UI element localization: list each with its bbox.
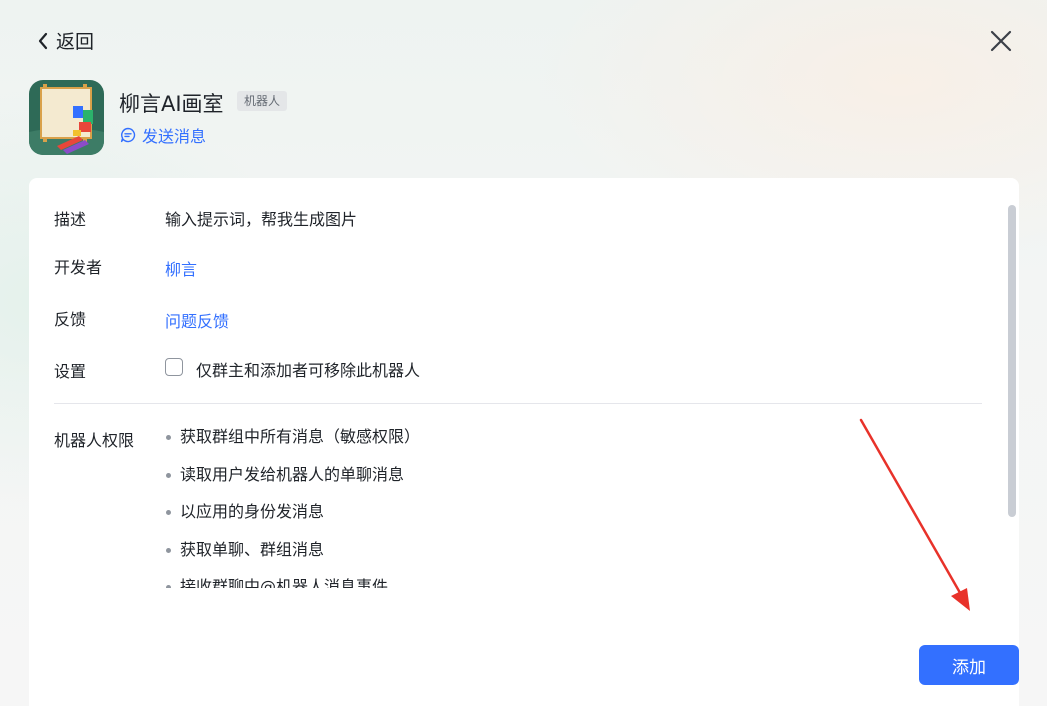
feedback-link[interactable]: 问题反馈	[165, 308, 229, 332]
list-item: 读取用户发给机器人的单聊消息	[165, 464, 420, 502]
back-label: 返回	[56, 31, 95, 53]
remove-permission-label: 仅群主和添加者可移除此机器人	[196, 361, 421, 380]
list-item: 获取群组中所有消息（敏感权限）	[165, 426, 420, 464]
detail-card: 描述 输入提示词，帮我生成图片 开发者 柳言 反馈 问题反馈 设置 仅群主和添加…	[29, 178, 1019, 706]
send-message-link[interactable]: 发送消息	[120, 123, 206, 147]
bot-badge: 机器人	[237, 91, 288, 111]
permissions-list: 获取群组中所有消息（敏感权限） 读取用户发给机器人的单聊消息 以应用的身份发消息…	[165, 426, 420, 588]
app-icon	[29, 80, 104, 155]
feedback-label: 反馈	[54, 310, 87, 329]
back-button[interactable]: 返回	[36, 27, 94, 54]
scrollbar-thumb[interactable]	[1008, 205, 1016, 517]
list-item: 获取单聊、群组消息	[165, 539, 420, 577]
message-icon	[120, 127, 136, 143]
add-button[interactable]: 添加	[919, 645, 1019, 685]
chevron-left-icon	[38, 32, 48, 49]
list-item: 以应用的身份发消息	[165, 501, 420, 539]
developer-link[interactable]: 柳言	[165, 256, 197, 280]
detail-scroll-area[interactable]: 描述 输入提示词，帮我生成图片 开发者 柳言 反馈 问题反馈 设置 仅群主和添加…	[29, 178, 1019, 588]
app-name: 柳言AI画室	[119, 92, 224, 116]
remove-permission-checkbox[interactable]	[165, 358, 183, 376]
permissions-label: 机器人权限	[54, 431, 135, 450]
description-value: 输入提示词，帮我生成图片	[165, 210, 358, 229]
developer-label: 开发者	[54, 258, 103, 277]
divider	[54, 403, 982, 404]
close-icon[interactable]	[988, 28, 1014, 54]
send-message-label: 发送消息	[142, 127, 207, 146]
settings-label: 设置	[54, 362, 87, 381]
list-item: 接收群聊中@机器人消息事件	[165, 576, 420, 588]
easel-painting-icon	[29, 80, 104, 155]
description-label: 描述	[54, 210, 87, 229]
